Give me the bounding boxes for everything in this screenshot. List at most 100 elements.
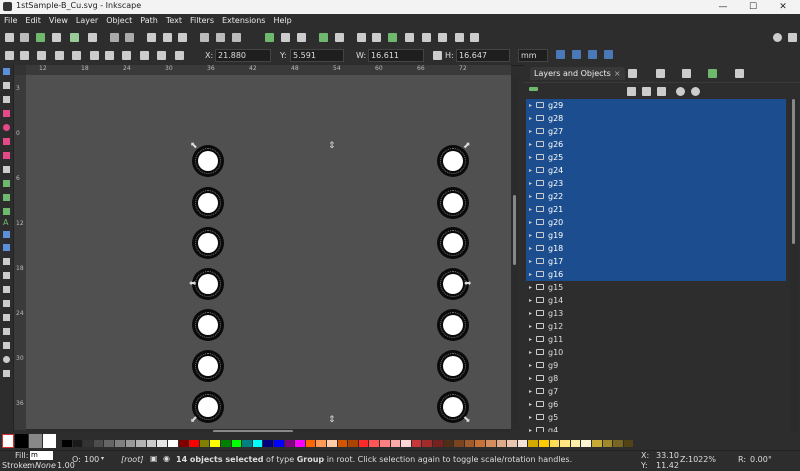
cut-icon[interactable] (163, 33, 172, 42)
opacity-value[interactable]: 100 (84, 455, 99, 465)
color-swatch[interactable] (72, 440, 83, 447)
expand-arrow-icon[interactable]: ▸ (529, 320, 532, 333)
color-swatch[interactable] (422, 440, 432, 447)
layer-row[interactable]: ▸ g19 (526, 229, 786, 242)
pad-ring[interactable] (192, 350, 224, 382)
color-swatch[interactable] (623, 440, 634, 447)
color-swatch[interactable] (517, 440, 528, 447)
copy-icon[interactable] (147, 33, 156, 42)
color-swatch[interactable] (136, 440, 146, 447)
color-swatch[interactable] (390, 440, 401, 447)
expand-arrow-icon[interactable]: ▸ (529, 99, 532, 112)
pencil-tool-icon[interactable] (3, 194, 10, 201)
command-bar-icon[interactable] (788, 33, 797, 42)
expand-arrow-icon[interactable]: ▸ (529, 411, 532, 424)
tool-prefs-icon[interactable] (3, 370, 10, 377)
move-up-icon[interactable] (627, 87, 636, 96)
layer-row[interactable]: ▸ g22 (526, 190, 786, 203)
pad-ring[interactable] (192, 227, 224, 259)
layer-row[interactable]: ▸ g24 (526, 164, 786, 177)
no-paint-swatch[interactable] (2, 434, 14, 448)
layer-row[interactable]: ▸ g12 (526, 320, 786, 333)
resize-handle-top-left[interactable]: ⬉ (190, 141, 198, 151)
preferences-icon[interactable] (455, 33, 464, 42)
layer-row[interactable]: ▸ g13 (526, 307, 786, 320)
color-swatch[interactable] (274, 440, 284, 447)
color-swatch[interactable] (539, 440, 549, 447)
white-swatch[interactable] (43, 434, 56, 448)
undo-icon[interactable] (110, 33, 119, 42)
expand-arrow-icon[interactable]: ▸ (529, 307, 532, 320)
expand-arrow-icon[interactable]: ▸ (529, 229, 532, 242)
layer-row[interactable]: ▸ g15 (526, 281, 786, 294)
resize-handle-bottom[interactable]: ⇕ (328, 415, 336, 425)
node-tool-icon[interactable] (3, 82, 10, 89)
color-swatch[interactable] (157, 440, 167, 447)
display-mode-icon[interactable] (773, 33, 782, 42)
pad-ring[interactable] (192, 309, 224, 341)
menu-view[interactable]: View (45, 14, 72, 28)
layer-row[interactable]: ▸ g29 (526, 99, 786, 112)
star-tool-icon[interactable] (3, 138, 10, 145)
deselect-icon[interactable] (37, 51, 46, 60)
layer-row[interactable]: ▸ g14 (526, 294, 786, 307)
color-swatch[interactable] (316, 440, 326, 447)
expand-arrow-icon[interactable]: ▸ (529, 281, 532, 294)
pen-tool-icon[interactable] (3, 180, 10, 187)
zoom-drawing-icon[interactable] (216, 33, 225, 42)
duplicate-icon[interactable] (265, 33, 274, 42)
scale-corners-icon[interactable] (572, 50, 581, 59)
expand-arrow-icon[interactable]: ▸ (529, 177, 532, 190)
color-swatch[interactable] (358, 440, 369, 447)
layer-row[interactable]: ▸ g28 (526, 112, 786, 125)
resize-handle-bottom-left[interactable]: ⬋ (190, 415, 198, 425)
delete-icon[interactable] (657, 87, 666, 96)
color-swatch[interactable] (305, 440, 316, 447)
tab-layers-and-objects[interactable]: Layers and Objects × (530, 67, 625, 80)
color-swatch[interactable] (433, 440, 443, 447)
import-icon[interactable] (70, 33, 79, 42)
layer-row[interactable]: ▸ g10 (526, 346, 786, 359)
width-input[interactable]: 16.611 (368, 49, 424, 62)
unit-select[interactable]: mm (518, 49, 548, 62)
expand-arrow-icon[interactable]: ▸ (529, 164, 532, 177)
save-icon[interactable] (36, 33, 45, 42)
black-swatch[interactable] (15, 434, 28, 448)
layer-row[interactable]: ▸ g7 (526, 385, 786, 398)
ellipse-tool-icon[interactable] (3, 124, 10, 131)
select-all-icon[interactable] (5, 51, 14, 60)
current-layer[interactable]: [root] (121, 455, 143, 465)
pad-ring[interactable] (437, 227, 469, 259)
layer-row[interactable]: ▸ g21 (526, 203, 786, 216)
horizontal-ruler[interactable]: 12 18 24 30 36 42 48 54 60 66 72 (26, 65, 511, 75)
expand-arrow-icon[interactable]: ▸ (529, 359, 532, 372)
expand-arrow-icon[interactable]: ▸ (529, 385, 532, 398)
move-down-icon[interactable] (642, 87, 651, 96)
color-swatch[interactable] (178, 440, 189, 447)
color-swatch[interactable] (348, 440, 358, 447)
color-swatch[interactable] (528, 440, 538, 447)
expand-arrow-icon[interactable]: ▸ (529, 112, 532, 125)
color-swatch[interactable] (570, 440, 581, 447)
menu-object[interactable]: Object (102, 14, 136, 28)
lower-icon[interactable] (157, 51, 166, 60)
menu-file[interactable]: File (0, 14, 21, 28)
text-tool-icon[interactable]: A (3, 218, 11, 227)
expand-arrow-icon[interactable]: ▸ (529, 125, 532, 138)
layer-lock-icon[interactable]: ▣ (150, 454, 158, 464)
color-swatch[interactable] (210, 440, 220, 447)
minimize-button[interactable]: — (708, 0, 738, 14)
raise-icon[interactable] (140, 51, 149, 60)
rotate-ccw-icon[interactable] (55, 51, 64, 60)
color-swatch[interactable] (507, 440, 517, 447)
menu-path[interactable]: Path (136, 14, 162, 28)
color-swatch[interactable] (454, 440, 464, 447)
new-document-icon[interactable] (5, 33, 14, 42)
expand-arrow-icon[interactable]: ▸ (529, 242, 532, 255)
fill-stroke-panel-icon[interactable] (628, 69, 637, 78)
rotation-value[interactable]: 0.00° (750, 455, 772, 465)
expand-arrow-icon[interactable]: ▸ (529, 138, 532, 151)
menu-help[interactable]: Help (269, 14, 295, 28)
document-properties-panel-icon[interactable] (656, 69, 665, 78)
gray-swatch[interactable] (29, 434, 42, 448)
